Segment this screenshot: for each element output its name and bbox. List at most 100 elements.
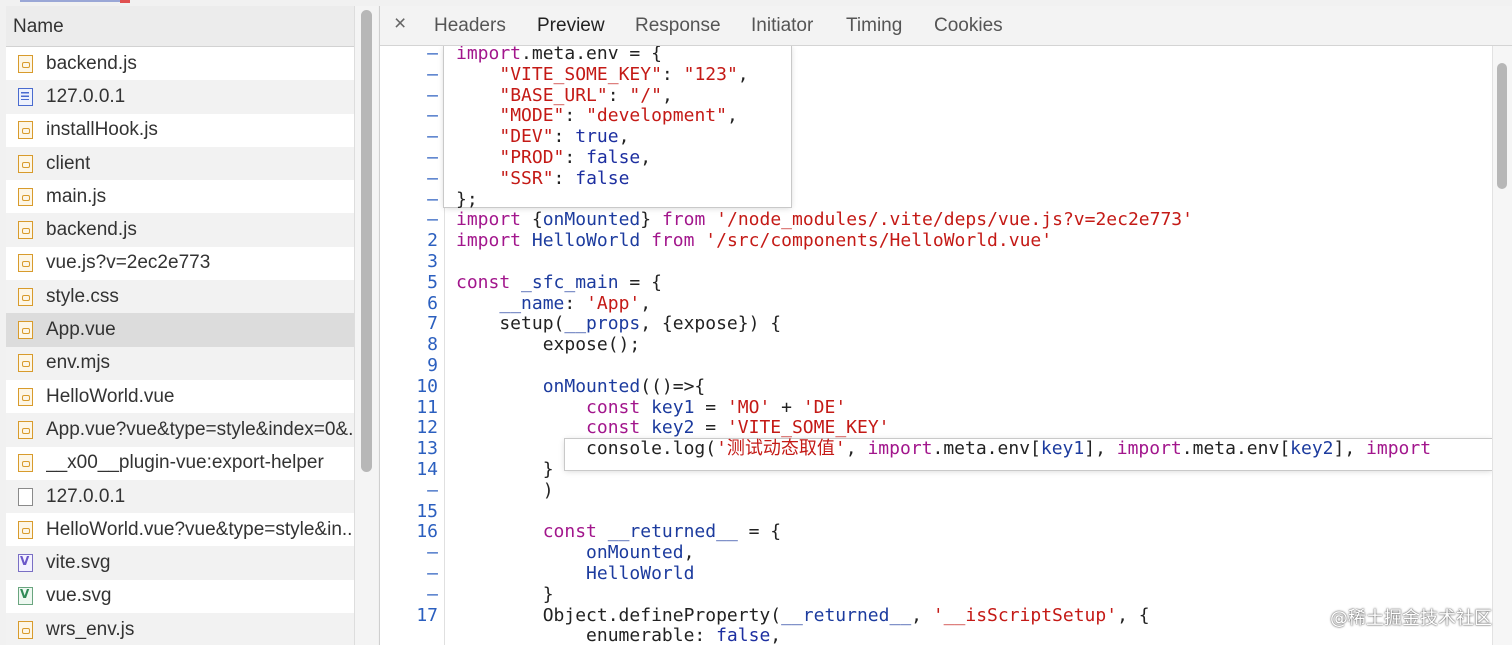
close-icon[interactable]: ×: [394, 12, 406, 36]
request-row[interactable]: 127.0.0.1: [6, 479, 354, 514]
line-number: –: [427, 188, 438, 210]
document-icon: [18, 87, 33, 106]
request-name: 127.0.0.1: [46, 485, 126, 507]
code-line: Object.defineProperty(__returned__, '__i…: [456, 604, 1150, 626]
line-number: 10: [416, 375, 438, 397]
code-scroll-thumb[interactable]: [1497, 63, 1507, 189]
request-row[interactable]: 127.0.0.1: [6, 80, 354, 114]
request-row[interactable]: installHook.js: [6, 114, 354, 147]
request-rows: backend.js 127.0.0.1 installHook.js client m…: [6, 47, 354, 645]
code-preview[interactable]: – – – – – – – – –2 3 5 6 7 8 9 10 11 12 13 14–15 16– – –17 imp…: [380, 46, 1492, 645]
code-line: "SSR": false: [499, 167, 630, 189]
code-scrollbar[interactable]: [1492, 46, 1512, 645]
line-number: –: [427, 209, 438, 231]
line-number-gutter: – – – – – – – – –2 3 5 6 7 8 9 10 11 12 13 14–15 16– – –17: [380, 46, 445, 645]
request-name: style.css: [46, 285, 119, 307]
code-line: const __returned__ = {: [542, 521, 782, 543]
request-row[interactable]: App.vue: [6, 313, 354, 347]
line-number: –: [427, 105, 438, 127]
js-file-icon: [18, 520, 33, 539]
tab-timing[interactable]: Timing: [846, 15, 902, 37]
js-file-icon: [18, 187, 33, 206]
tab-initiator[interactable]: Initiator: [751, 15, 813, 37]
code-line: HelloWorld: [586, 563, 695, 584]
request-row[interactable]: style.css: [6, 280, 354, 314]
request-name: env.mjs: [46, 352, 111, 374]
code-line: };: [456, 188, 478, 210]
js-file-icon: [18, 221, 33, 240]
code-line: }: [456, 459, 554, 480]
code-line: __name: 'App',: [499, 292, 652, 314]
request-row[interactable]: vue.js?v=2ec2e773: [6, 247, 354, 280]
request-name: backend.js: [46, 219, 137, 241]
request-name: vite.svg: [46, 552, 111, 574]
request-row[interactable]: wrs_env.js: [6, 613, 354, 645]
request-name: wrs_env.js: [46, 618, 135, 640]
js-file-icon: [18, 287, 33, 306]
code-line: ): [456, 479, 554, 501]
line-number: 14: [416, 459, 438, 480]
request-row[interactable]: App.vue?vue&type=style&index=0&.: [6, 413, 354, 447]
js-file-icon: [18, 620, 33, 639]
line-number: –: [427, 84, 438, 106]
line-number: 11: [416, 396, 438, 418]
tab-cookies[interactable]: Cookies: [934, 15, 1003, 37]
code-line: const key2 = 'VITE_SOME_KEY': [586, 417, 890, 439]
request-row[interactable]: __x00__plugin-vue:export-helper: [6, 447, 354, 480]
code-line: "MODE": "development",: [499, 105, 738, 127]
network-request-list: Name backend.js 127.0.0.1 installHook.js cl…: [6, 6, 355, 645]
tab-headers[interactable]: Headers: [434, 15, 506, 37]
js-file-icon: [18, 321, 33, 340]
request-list-scrollbar[interactable]: [354, 6, 378, 645]
line-number: 9: [427, 355, 438, 376]
request-name: App.vue: [46, 319, 116, 341]
code-line: setup(__props, {expose}) {: [456, 313, 782, 335]
top-tab-indicator: [20, 0, 130, 2]
request-row[interactable]: client: [6, 146, 354, 181]
request-row[interactable]: HelloWorld.vue?vue&type=style&in..: [6, 513, 354, 546]
request-name: installHook.js: [46, 119, 158, 141]
line-number: –: [427, 147, 438, 168]
request-row[interactable]: backend.js: [6, 213, 354, 247]
code-line: "VITE_SOME_KEY": "123",: [499, 63, 749, 85]
request-name: main.js: [46, 185, 107, 207]
line-number: 2: [427, 230, 438, 252]
line-number: –: [427, 126, 438, 148]
request-row[interactable]: vite.svg: [6, 546, 354, 580]
js-file-icon: [18, 121, 33, 140]
watermark: @稀土掘金技术社区: [1330, 608, 1492, 629]
request-row[interactable]: env.mjs: [6, 346, 354, 380]
code-line: enumerable: false,: [456, 625, 782, 645]
svg-purple-icon: [18, 554, 33, 573]
request-name: HelloWorld.vue?vue&type=style&in..: [46, 518, 353, 540]
line-number: 17: [416, 604, 438, 626]
code-line: console.log('测试动态取值', import.meta.env[ke…: [456, 438, 1432, 460]
name-column-header[interactable]: Name: [6, 6, 354, 47]
line-number: –: [427, 542, 438, 564]
line-number: 5: [427, 271, 438, 293]
code-line: onMounted,: [586, 542, 695, 564]
tab-preview[interactable]: Preview: [537, 15, 605, 37]
js-file-icon: [18, 387, 33, 406]
request-name: client: [46, 152, 91, 174]
request-list-scroll-thumb[interactable]: [361, 10, 372, 472]
request-row[interactable]: main.js: [6, 180, 354, 213]
request-name: backend.js: [46, 52, 137, 74]
js-file-icon: [18, 454, 33, 473]
request-row[interactable]: HelloWorld.vue: [6, 380, 354, 413]
line-number: –: [427, 167, 438, 189]
code-line: expose();: [456, 334, 641, 356]
request-row[interactable]: vue.svg: [6, 580, 354, 613]
request-name: HelloWorld.vue: [46, 385, 175, 407]
request-name: vue.svg: [46, 585, 112, 607]
js-file-icon: [18, 254, 33, 273]
line-number: –: [427, 46, 438, 64]
code-line: onMounted(()=>{: [542, 375, 706, 397]
code-line: }: [456, 583, 554, 605]
tab-response[interactable]: Response: [635, 15, 721, 37]
request-row[interactable]: backend.js: [6, 47, 354, 80]
line-number: 16: [416, 521, 438, 543]
request-name: vue.js?v=2ec2e773: [46, 252, 211, 274]
request-name: App.vue?vue&type=style&index=0&.: [46, 418, 354, 440]
code-line: "BASE_URL": "/",: [499, 84, 673, 106]
